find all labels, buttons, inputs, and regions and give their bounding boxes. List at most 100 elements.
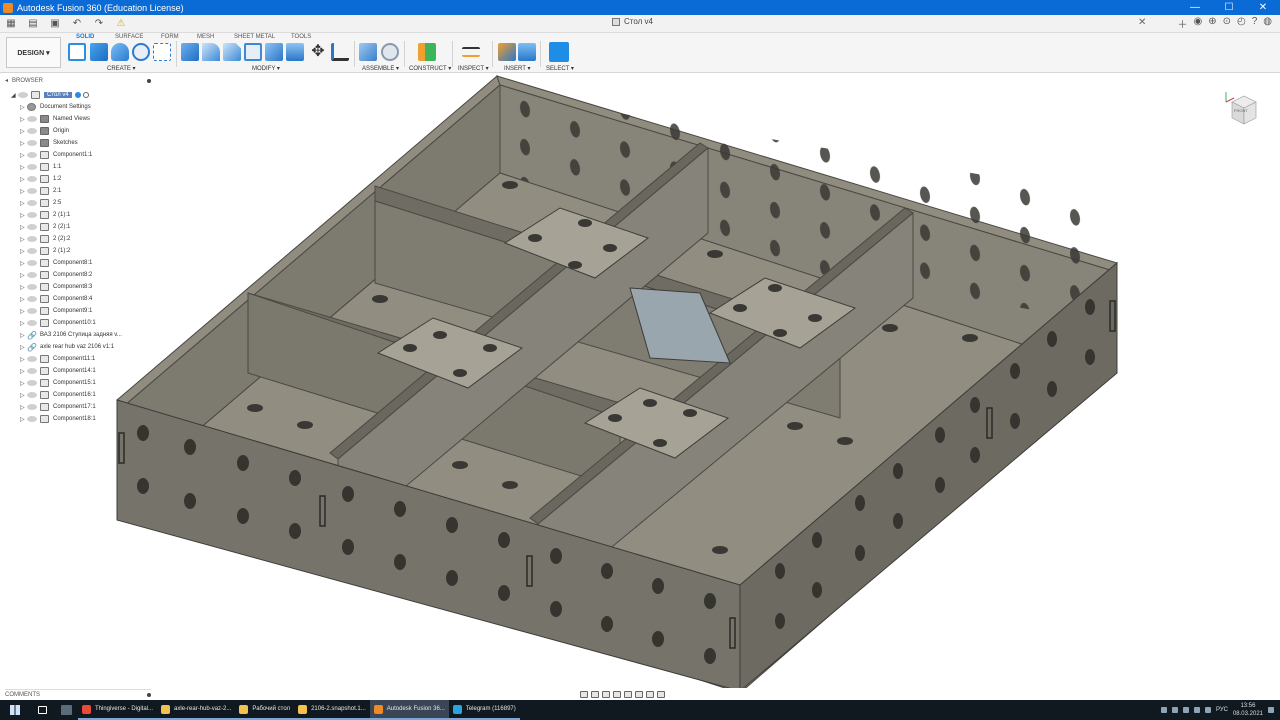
file-menu-icon[interactable]: ▤ [22,18,44,29]
expand-arrow-icon[interactable]: ▷ [20,176,27,183]
visibility-eye-icon[interactable] [27,284,37,290]
expand-arrow-icon[interactable]: ▷ [20,404,27,411]
orbit-icon[interactable] [580,690,588,698]
display-settings-icon[interactable] [635,690,643,698]
visibility-eye-icon[interactable] [27,236,37,242]
hole-icon[interactable] [132,43,150,61]
insert-derive-icon[interactable] [498,43,516,61]
visibility-eye-icon[interactable] [27,260,37,266]
tab-form[interactable]: FORM [161,34,179,40]
browser-item[interactable]: ▷ 🔗 axle rear hub vaz 2106 v1:1 [20,341,114,353]
undo-icon[interactable]: ↶ [66,18,88,29]
visibility-eye-icon[interactable] [27,380,37,386]
view-cube[interactable]: FRONT [1222,90,1262,130]
browser-item[interactable]: ▷ Document Settings [20,101,91,113]
expand-arrow-icon[interactable]: ▷ [20,416,27,423]
start-button[interactable] [0,700,30,720]
browser-item[interactable]: ▷ Named Views [20,113,90,125]
user-avatar-icon[interactable]: ◍ [1263,16,1272,31]
workspace-switcher-button[interactable]: DESIGN ▾ [6,37,61,68]
expand-arrow-icon[interactable]: ▷ [20,356,27,363]
taskbar-task[interactable]: axle-rear-hub-vaz-2... [157,700,236,720]
tab-sheet-metal[interactable]: SHEET METAL [234,34,275,40]
taskbar-task[interactable]: Рабочий стол [235,700,295,720]
calculator-icon[interactable] [54,700,78,720]
expand-arrow-icon[interactable]: ▷ [20,344,27,351]
visibility-eye-icon[interactable] [27,152,37,158]
document-tab[interactable]: Стол v4 [612,17,653,26]
browser-item[interactable]: ▷ Component17:1 [20,401,96,413]
browser-header[interactable]: ◂ BROWSER [5,76,151,85]
warning-icon[interactable]: ⚠ [110,18,132,29]
browser-item[interactable]: ▷ Component8:3 [20,281,92,293]
help-icon[interactable]: ? [1252,16,1258,31]
browser-item[interactable]: ▷ Component14:1 [20,365,96,377]
offset-plane-icon[interactable] [418,43,436,61]
expand-arrow-icon[interactable]: ▷ [20,140,27,147]
volume-tray-icon[interactable] [1204,707,1211,713]
battery-tray-icon[interactable] [1193,707,1200,713]
visibility-eye-icon[interactable] [27,392,37,398]
visibility-eye-icon[interactable] [27,140,37,146]
notification-center-icon[interactable] [1268,707,1274,713]
joint-icon[interactable] [381,43,399,61]
expand-arrow-icon[interactable]: ▷ [20,284,27,291]
extensions-icon[interactable]: ⊕ [1208,16,1216,31]
view-cube-icon[interactable]: FRONT [1222,90,1262,130]
shell-icon[interactable] [244,43,262,61]
comments-panel[interactable]: COMMENTS [5,689,151,699]
inspect-group-label[interactable]: INSPECT ▾ [458,65,489,72]
expand-arrow-icon[interactable]: ▷ [20,296,27,303]
pan-icon[interactable] [602,690,610,698]
comments-pin-icon[interactable] [147,692,151,697]
expand-arrow-icon[interactable]: ◢ [11,92,18,99]
visibility-eye-icon[interactable] [27,200,37,206]
expand-arrow-icon[interactable]: ▷ [20,260,27,267]
browser-item[interactable]: ▷ Component8:1 [20,257,92,269]
browser-item[interactable]: ▷ 2 (2):1 [20,221,70,233]
job-status-icon[interactable]: ◉ [1193,16,1202,31]
pattern-icon[interactable] [153,43,171,61]
close-tab-icon[interactable]: ✕ [1138,17,1146,28]
close-window-button[interactable]: ✕ [1246,2,1280,13]
browser-item[interactable]: ▷ Component15:1 [20,377,96,389]
tab-tools[interactable]: TOOLS [291,34,311,40]
new-component-icon[interactable] [359,43,377,61]
visibility-eye-icon[interactable] [27,308,37,314]
expand-arrow-icon[interactable]: ▷ [20,248,27,255]
assemble-group-label[interactable]: ASSEMBLE ▾ [362,65,399,72]
browser-item[interactable]: ▷ Component18:1 [20,413,96,425]
expand-arrow-icon[interactable]: ▷ [20,272,27,279]
create-sketch-icon[interactable] [68,43,86,61]
visibility-eye-icon[interactable] [27,224,37,230]
clock-icon[interactable]: ◴ [1237,16,1246,31]
taskbar-task[interactable]: Telegram (116897) [448,700,520,720]
language-indicator[interactable]: РУС [1216,707,1228,713]
visibility-eye-icon[interactable] [27,212,37,218]
clock[interactable]: 13:56 08.03.2021 [1233,702,1263,718]
expand-arrow-icon[interactable]: ▷ [20,308,27,315]
visibility-eye-icon[interactable] [27,164,37,170]
visibility-eye-icon[interactable] [27,356,37,362]
measure-icon[interactable] [462,47,480,57]
modify-group-label[interactable]: MODIFY ▾ [252,65,280,72]
notifications-icon[interactable]: ⊙ [1223,16,1231,31]
browser-item[interactable]: ▷ 2:5 [20,197,61,209]
pin-icon[interactable] [147,78,151,83]
expand-arrow-icon[interactable]: ▷ [20,392,27,399]
expand-arrow-icon[interactable]: ▷ [20,224,27,231]
visibility-eye-icon[interactable] [27,272,37,278]
browser-item[interactable]: ▷ 2 (1):2 [20,245,70,257]
browser-item[interactable]: ▷ Component8:2 [20,269,92,281]
tab-solid[interactable]: SOLID [76,34,94,40]
taskbar-task[interactable]: Thingiverse - Digital... [78,700,158,720]
look-at-icon[interactable] [591,690,599,698]
visibility-eye-icon[interactable] [27,320,37,326]
telegram-tray-icon[interactable] [1160,707,1167,713]
browser-item[interactable]: ▷ 🔗 ВАЗ 2106 Ступица задняя v... [20,329,122,341]
grid-settings-icon[interactable] [646,690,654,698]
fit-icon[interactable] [624,690,632,698]
extrude-icon[interactable] [90,43,108,61]
visibility-eye-icon[interactable] [27,128,37,134]
press-pull-icon[interactable] [181,43,199,61]
